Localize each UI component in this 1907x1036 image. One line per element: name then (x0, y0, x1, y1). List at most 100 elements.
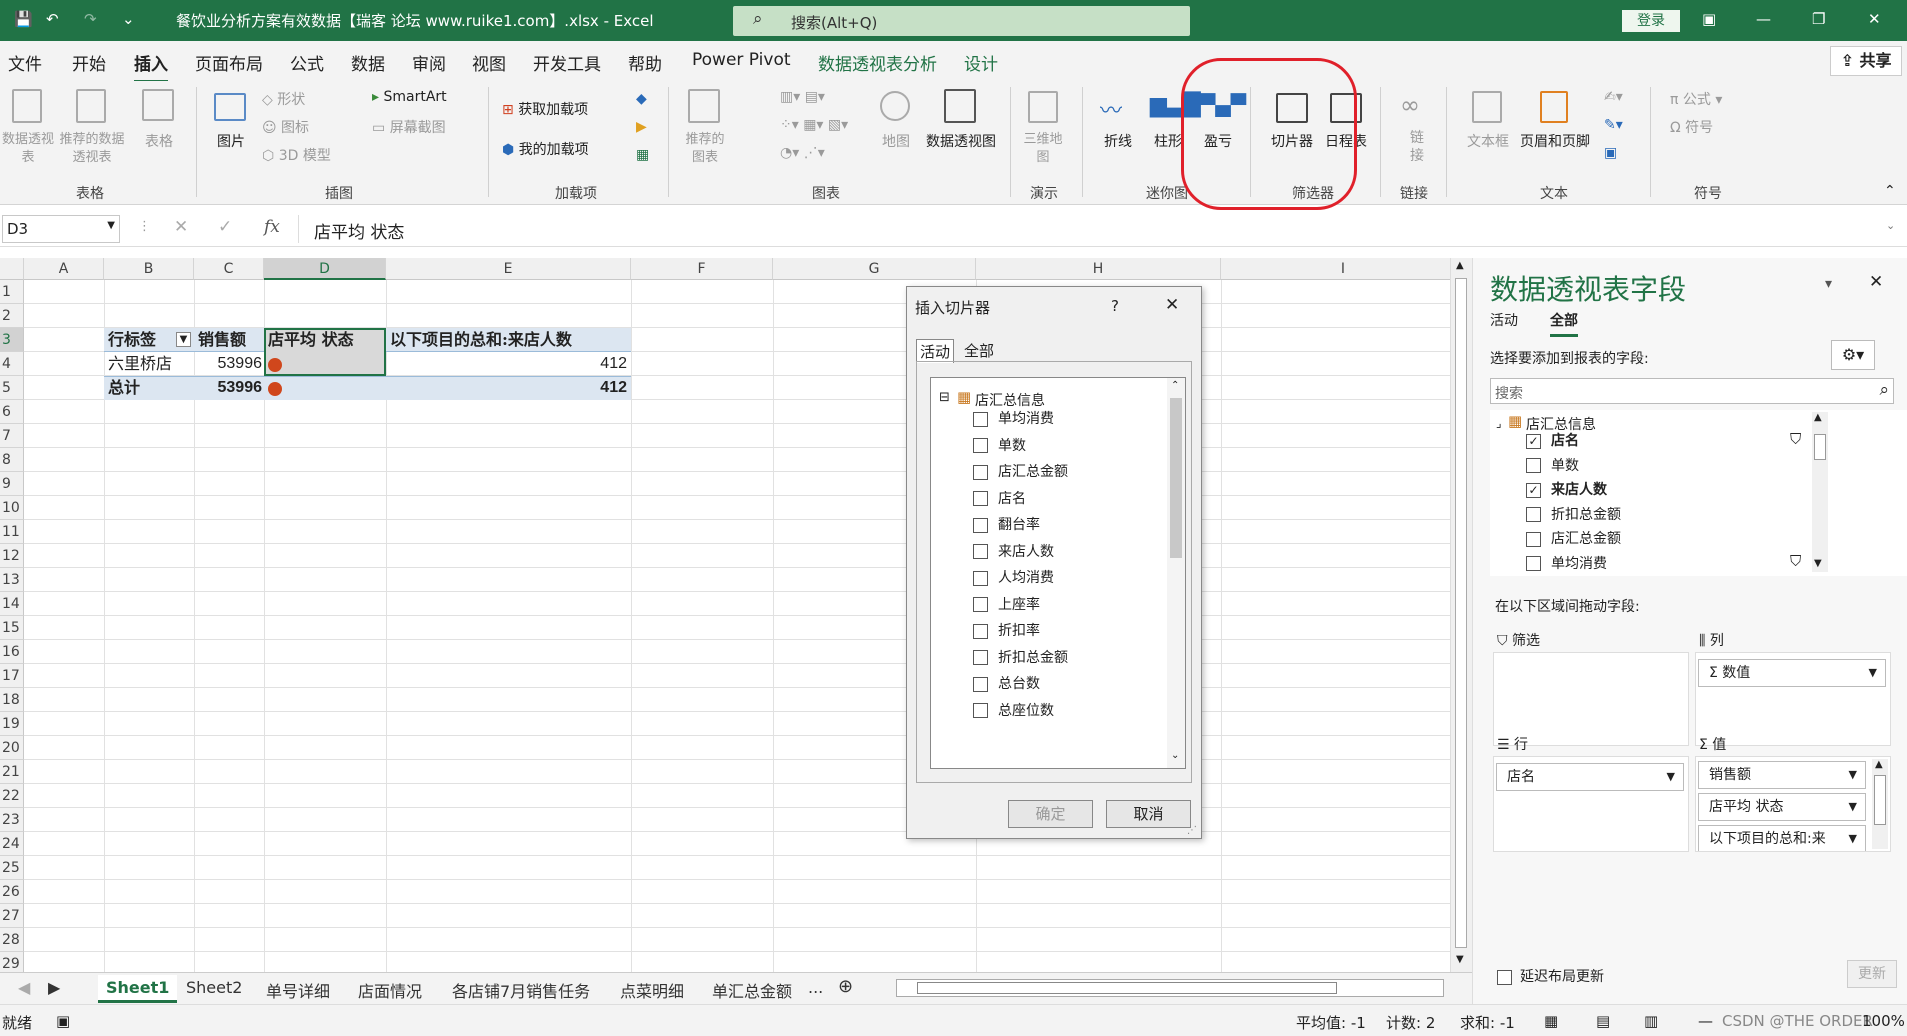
pivot-table-button[interactable]: 数据透视表 (2, 131, 54, 167)
row-header-6[interactable]: 6 (0, 400, 24, 424)
page-break-icon[interactable]: ▥ (1644, 1012, 1658, 1030)
columns-values-item[interactable]: Σ 数值 ▼ (1698, 659, 1886, 687)
tab-power-pivot[interactable]: Power Pivot (692, 50, 791, 70)
slicer-field-item[interactable]: 翻台率 (973, 514, 1040, 534)
scroll-up-icon[interactable]: ▲ (1814, 412, 1822, 423)
values-scrollbar[interactable]: ▲ (1872, 759, 1888, 849)
3d-map-button[interactable]: 三维地图 (1020, 131, 1066, 167)
close-icon[interactable]: ✕ (1868, 10, 1881, 28)
normal-view-icon[interactable]: ▦ (1544, 1012, 1558, 1030)
gear-icon[interactable]: ⚙▾ (1831, 340, 1875, 370)
expand-formula-icon[interactable]: ⌄ (1886, 219, 1895, 232)
row-header-2[interactable]: 2 (0, 304, 24, 328)
row-header-24[interactable]: 24 (0, 832, 24, 856)
slicer-field-item[interactable]: 上座率 (973, 594, 1040, 614)
collapse-ribbon-icon[interactable]: ⌃ (1884, 183, 1896, 199)
tab-review[interactable]: 审阅 (412, 50, 446, 75)
column-header-i[interactable]: I (1221, 258, 1450, 280)
row-header-10[interactable]: 10 (0, 496, 24, 520)
update-button[interactable]: 更新 (1847, 960, 1897, 988)
fx-icon[interactable]: fx (264, 217, 280, 237)
tab-all[interactable]: 全部 (1550, 310, 1578, 337)
textbox-button[interactable]: 文本框 (1466, 131, 1510, 151)
tab-developer[interactable]: 开发工具 (533, 50, 601, 75)
row-header-22[interactable]: 22 (0, 784, 24, 808)
sales-header[interactable]: 销售额 (198, 328, 246, 352)
next-sheet-icon[interactable]: ▶ (40, 975, 68, 1000)
formula-input[interactable]: 店平均 状态 (314, 218, 404, 243)
sheet-tab-store-info[interactable]: 店面情况 (350, 975, 430, 1005)
rows-drop-zone[interactable]: 店名 ▼ (1493, 756, 1689, 852)
row-header-1[interactable]: 1 (0, 280, 24, 304)
link-button[interactable]: 链接 (1408, 129, 1426, 165)
3d-model-button[interactable]: ⬡ 3D 模型 (262, 145, 331, 165)
rows-store-item[interactable]: 店名 ▼ (1496, 763, 1684, 791)
row-header-21[interactable]: 21 (0, 760, 24, 784)
scroll-thumb[interactable] (1814, 434, 1826, 460)
picture-button[interactable]: 图片 (213, 131, 249, 151)
row-header-14[interactable]: 14 (0, 592, 24, 616)
filters-drop-zone[interactable] (1493, 652, 1689, 746)
minimize-icon[interactable]: — (1756, 10, 1771, 28)
close-icon[interactable]: ✕ (1165, 295, 1179, 315)
sheet-tab-dish-detail[interactable]: 点菜明细 (612, 975, 692, 1005)
row-header-25[interactable]: 25 (0, 856, 24, 880)
pie-chart-icon[interactable]: ◔▾ ⋰▾ (780, 145, 825, 161)
collapse-icon[interactable]: ⌟ (1496, 416, 1502, 430)
slicer-field-item[interactable]: 人均消费 (973, 567, 1054, 587)
login-button[interactable]: 登录 (1622, 10, 1680, 32)
signature-icon[interactable]: ✍▾ (1604, 89, 1623, 105)
table-button[interactable]: 表格 (142, 131, 176, 151)
visio-icon[interactable]: ◆ (636, 91, 647, 107)
row-header-28[interactable]: 28 (0, 928, 24, 952)
zoom-out-icon[interactable]: — (1698, 1012, 1713, 1030)
more-sheets[interactable]: ... (800, 975, 831, 1000)
macro-record-icon[interactable]: ▣ (56, 1012, 70, 1030)
formula-button[interactable]: π 公式 ▾ (1670, 89, 1722, 109)
header-footer-button[interactable]: 页眉和页脚 (1512, 131, 1598, 151)
row-header-9[interactable]: 9 (0, 472, 24, 496)
share-button[interactable]: ⇪ 共享 (1830, 46, 1902, 76)
resize-grip-icon[interactable]: ⋰ (1187, 825, 1197, 836)
symbol-button[interactable]: Ω 符号 (1670, 117, 1713, 137)
icons-button[interactable]: ☺ 图标 (262, 117, 309, 137)
field-search-input[interactable]: 搜索 ⌕ (1490, 378, 1894, 404)
get-addins-button[interactable]: ⊞ 获取加载项 (502, 99, 588, 119)
total-sales-cell[interactable]: 53996 (194, 376, 263, 400)
sheet-tab-order-detail[interactable]: 单号详细 (258, 975, 338, 1005)
sheet-tab-sheet1[interactable]: Sheet1 (98, 975, 178, 1003)
values-status-item[interactable]: 店平均 状态 ▼ (1698, 793, 1866, 821)
row-header-27[interactable]: 27 (0, 904, 24, 928)
vertical-scrollbar[interactable]: ▲ ▼ (1450, 258, 1472, 972)
row-header-12[interactable]: 12 (0, 544, 24, 568)
spreadsheet-grid[interactable]: A B C D E F G H I 1 2 3 4 5 6 7 8 9 10 11 12 13 14 15 1… (0, 258, 1450, 972)
shapes-button[interactable]: ◇ 形状 (262, 89, 305, 109)
values-sales-item[interactable]: 销售额 ▼ (1698, 761, 1866, 789)
bing-icon[interactable]: ▶ (636, 119, 647, 135)
scroll-up-icon[interactable]: ▲ (1875, 759, 1883, 770)
store-name-cell[interactable]: 六里桥店 (108, 352, 172, 376)
redo-icon[interactable]: ↷ (84, 10, 97, 28)
recommended-charts-button[interactable]: 推荐的图表 (680, 131, 730, 167)
tab-all[interactable]: 全部 (961, 339, 997, 362)
scatter-chart-icon[interactable]: ⁘▾ ▦▾ ▧▾ (780, 117, 848, 133)
row-header-4[interactable]: 4 (0, 352, 24, 376)
tab-data[interactable]: 数据 (351, 50, 385, 75)
recommended-pivot-button[interactable]: 推荐的数据透视表 (54, 131, 130, 167)
restore-icon[interactable]: ❐ (1812, 10, 1825, 28)
pivot-field-item[interactable]: 单均消费 (1526, 553, 1607, 573)
columns-drop-zone[interactable]: Σ 数值 ▼ (1695, 652, 1891, 746)
column-header-g[interactable]: G (773, 258, 976, 280)
line-sparkline-button[interactable]: 折线 (1100, 131, 1136, 151)
row-header-16[interactable]: 16 (0, 640, 24, 664)
undo-icon[interactable]: ↶ (46, 10, 59, 28)
values-visitors-item[interactable]: 以下项目的总和:来 ▼ (1698, 825, 1866, 851)
column-header-b[interactable]: B (104, 258, 194, 280)
tab-help[interactable]: 帮助 (628, 50, 662, 75)
tab-design[interactable]: 设计 (964, 50, 998, 75)
pivot-chart-button[interactable]: 数据透视图 (922, 131, 1000, 151)
tab-pivot-analyze[interactable]: 数据透视表分析 (818, 50, 937, 75)
tab-view[interactable]: 视图 (472, 50, 506, 75)
row-header-11[interactable]: 11 (0, 520, 24, 544)
screenshot-button[interactable]: ▭ 屏幕截图 (372, 117, 446, 137)
